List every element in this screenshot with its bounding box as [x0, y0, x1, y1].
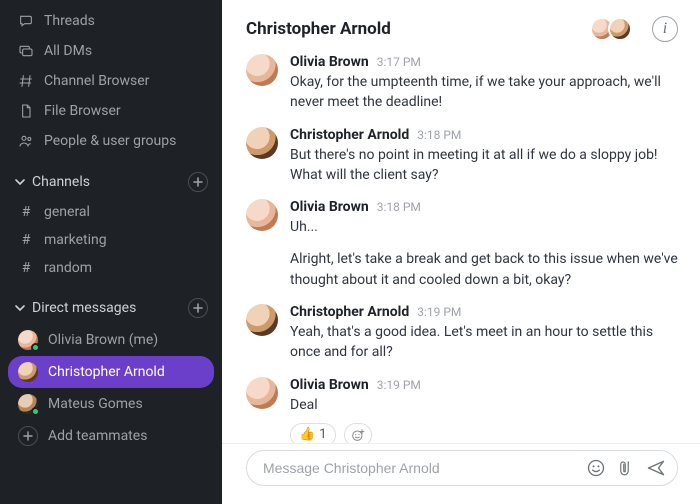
- channel-item-random[interactable]: # random: [0, 254, 222, 282]
- chevron-down-icon: [14, 302, 26, 314]
- message-text: Alright, let's take a break and get back…: [290, 249, 678, 290]
- message: Christopher Arnold 3:18 PM But there's no …: [246, 127, 678, 186]
- channel-item-marketing[interactable]: # marketing: [0, 226, 222, 254]
- message-author: Olivia Brown: [290, 377, 369, 393]
- plus-icon: [18, 426, 38, 446]
- nav-item-label: All DMs: [44, 43, 92, 59]
- avatar: [246, 377, 278, 409]
- nav-item-all-dms[interactable]: All DMs: [0, 36, 222, 66]
- add-teammates-label: Add teammates: [48, 428, 147, 444]
- dm-name: Mateus Gomes: [48, 396, 143, 412]
- dm-name: Olivia Brown (me): [48, 332, 158, 348]
- channel-name: general: [44, 204, 90, 220]
- participants-avatars[interactable]: [590, 17, 632, 41]
- chevron-down-icon: [14, 176, 26, 188]
- messages-list: Olivia Brown 3:17 PM Okay, for the umpteen…: [222, 54, 700, 443]
- dm-name: Christopher Arnold: [48, 364, 165, 380]
- nav-item-threads[interactable]: Threads: [0, 6, 222, 36]
- channel-browser-icon: [18, 73, 34, 89]
- message-text: Deal: [290, 395, 678, 415]
- avatar: [608, 17, 632, 41]
- message-text: Okay, for the umpteenth time, if we take…: [290, 72, 678, 113]
- hash-icon: #: [18, 232, 34, 248]
- message-author: Olivia Brown: [290, 54, 369, 70]
- avatar: [246, 127, 278, 159]
- message: Olivia Brown 3:17 PM Okay, for the umpteen…: [246, 54, 678, 113]
- message-author: Christopher Arnold: [290, 304, 409, 320]
- threads-icon: [18, 13, 34, 29]
- message-input[interactable]: [263, 460, 577, 476]
- send-icon[interactable]: [645, 457, 667, 479]
- nav-item-channel-browser[interactable]: Channel Browser: [0, 66, 222, 96]
- message-time: 3:18 PM: [417, 128, 461, 142]
- message-text: Yeah, that's a good idea. Let's meet in …: [290, 322, 678, 363]
- avatar: [246, 199, 278, 231]
- nav-item-people-user-groups[interactable]: People & user groups: [0, 126, 222, 156]
- message: Christopher Arnold 3:19 PM Yeah, that's a …: [246, 304, 678, 363]
- main-panel: Christopher Arnold i Olivia Brown 3:17 PM…: [222, 0, 700, 504]
- message-text: But there's no point in meeting it at al…: [290, 145, 678, 186]
- hash-icon: #: [18, 204, 34, 220]
- dm-item-christopher-arnold[interactable]: Christopher Arnold: [8, 356, 214, 388]
- avatar: [18, 330, 38, 350]
- dm-item-mateus-gomes[interactable]: Mateus Gomes: [0, 388, 222, 420]
- presence-online-icon: [31, 343, 40, 352]
- channels-toggle[interactable]: Channels: [14, 174, 90, 190]
- add-channel-button[interactable]: [188, 172, 208, 192]
- message-time: 3:19 PM: [377, 378, 421, 392]
- attachment-icon[interactable]: [615, 457, 637, 479]
- channels-list: # general # marketing # random: [0, 198, 222, 282]
- message-time: 3:18 PM: [377, 200, 421, 214]
- emoji-icon[interactable]: [585, 457, 607, 479]
- dm-item-olivia-brown-me-[interactable]: Olivia Brown (me): [0, 324, 222, 356]
- reaction-count: 1: [319, 427, 326, 442]
- channel-name: random: [44, 260, 92, 276]
- nav-item-label: Channel Browser: [44, 73, 149, 89]
- message-author: Christopher Arnold: [290, 127, 409, 143]
- dms-toggle[interactable]: Direct messages: [14, 300, 136, 316]
- dms-header: Direct messages: [0, 288, 222, 324]
- message-time: 3:19 PM: [417, 305, 461, 319]
- dms-list: Olivia Brown (me) Christopher Arnold Mateu…: [0, 324, 222, 420]
- file-browser-icon: [18, 103, 34, 119]
- composer-area: [222, 443, 700, 504]
- nav-item-label: File Browser: [44, 103, 121, 119]
- message: Olivia Brown3:19 PMDeal👍1: [246, 377, 678, 443]
- presence-online-icon: [31, 407, 40, 416]
- info-button[interactable]: i: [652, 16, 678, 42]
- nav-item-file-browser[interactable]: File Browser: [0, 96, 222, 126]
- avatar: [246, 304, 278, 336]
- add-reaction-button[interactable]: [344, 423, 372, 443]
- channels-label: Channels: [32, 174, 90, 190]
- sidebar: Threads All DMs Channel Browser File Browse…: [0, 0, 222, 504]
- nav-item-label: People & user groups: [44, 133, 176, 149]
- message-composer[interactable]: [246, 450, 678, 486]
- hash-icon: #: [18, 260, 34, 276]
- reactions-bar: 👍1: [290, 423, 678, 443]
- avatar: [246, 54, 278, 86]
- avatar: [18, 394, 38, 414]
- dms-label: Direct messages: [32, 300, 136, 316]
- conversation-header: Christopher Arnold i: [222, 0, 700, 54]
- reaction-chip[interactable]: 👍1: [290, 423, 336, 443]
- message: Olivia Brown 3:18 PM Uh... Alright, let's t…: [246, 199, 678, 290]
- add-dm-button[interactable]: [188, 298, 208, 318]
- channel-item-general[interactable]: # general: [0, 198, 222, 226]
- message-text: Uh...: [290, 217, 678, 237]
- page-title: Christopher Arnold: [246, 19, 580, 39]
- dms-icon: [18, 43, 34, 59]
- message-author: Olivia Brown: [290, 199, 369, 215]
- reaction-emoji: 👍: [299, 427, 315, 442]
- avatar: [18, 362, 38, 382]
- people-icon: [18, 133, 34, 149]
- message-time: 3:17 PM: [377, 55, 421, 69]
- nav-item-label: Threads: [44, 13, 95, 29]
- channels-header: Channels: [0, 162, 222, 198]
- sidebar-nav: Threads All DMs Channel Browser File Browse…: [0, 6, 222, 156]
- add-teammates-button[interactable]: Add teammates: [0, 420, 222, 452]
- channel-name: marketing: [44, 232, 107, 248]
